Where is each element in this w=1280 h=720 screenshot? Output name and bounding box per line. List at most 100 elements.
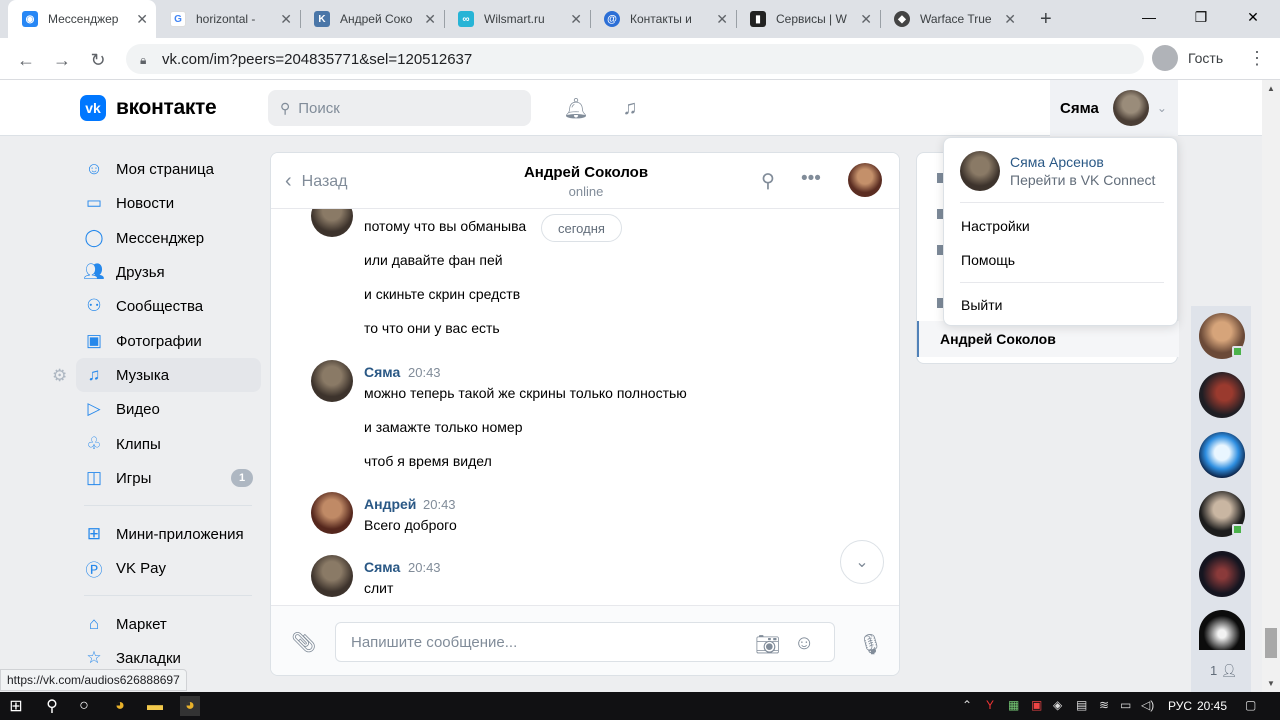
- back-arrow-icon[interactable]: ←: [12, 46, 40, 74]
- status-url-text: https://vk.com/audios626888697: [7, 673, 180, 687]
- close-tab-icon[interactable]: ✕: [570, 11, 582, 28]
- windows-start-icon[interactable]: ⊞: [6, 696, 26, 716]
- avatar[interactable]: [1199, 432, 1245, 478]
- sidebar-item-messenger[interactable]: ◯ Мессенджер: [76, 221, 261, 255]
- search-icon[interactable]: ⚲: [42, 696, 62, 716]
- close-tab-icon[interactable]: ✕: [860, 11, 872, 28]
- avatar[interactable]: [1199, 610, 1245, 650]
- tray-app-icon[interactable]: ▤: [1076, 698, 1087, 712]
- lock-icon: 🔒︎: [140, 53, 147, 67]
- chrome-active-icon[interactable]: ◕: [180, 696, 200, 716]
- sidebar-item-news[interactable]: ▭ Новости: [76, 186, 261, 220]
- scroll-to-bottom-button[interactable]: ⌄: [840, 540, 884, 584]
- emoji-icon[interactable]: ☺: [794, 632, 814, 655]
- header-user-name: Сяма: [1060, 99, 1099, 117]
- music-note-icon[interactable]: ♫: [618, 96, 642, 120]
- online-count[interactable]: 1 👤︎: [1210, 663, 1237, 679]
- sidebar-item-market[interactable]: ⌂ Маркет: [76, 607, 261, 641]
- close-tab-icon[interactable]: ✕: [716, 11, 728, 28]
- camera-icon[interactable]: 📷︎: [755, 632, 780, 657]
- more-icon[interactable]: •••: [801, 168, 821, 190]
- search-icon[interactable]: ⚲: [761, 170, 775, 193]
- close-tab-icon[interactable]: ✕: [424, 11, 436, 28]
- close-window-icon[interactable]: ✕: [1230, 0, 1276, 34]
- games-badge: 1: [231, 469, 253, 487]
- message-author[interactable]: Андрей: [364, 496, 416, 512]
- file-explorer-icon[interactable]: ▬: [145, 696, 165, 716]
- task-view-icon[interactable]: ○: [74, 696, 94, 716]
- paperclip-icon[interactable]: 📎︎: [291, 630, 316, 655]
- search-input[interactable]: ⚲ Поиск: [268, 90, 531, 126]
- tray-app-icon[interactable]: ▦: [1008, 698, 1019, 712]
- tab-messenger[interactable]: ◉ Мессенджер ✕: [8, 0, 156, 38]
- selected-conversation[interactable]: Андрей Соколов: [917, 321, 1179, 357]
- reload-icon[interactable]: ↻: [84, 46, 112, 74]
- sidebar-item-vk-pay[interactable]: Ⓟ VK Pay: [76, 551, 261, 585]
- scroll-down-icon[interactable]: ▼: [1262, 679, 1280, 688]
- chrome-icon[interactable]: ◕: [110, 696, 130, 716]
- close-tab-icon[interactable]: ✕: [280, 11, 292, 28]
- avatar[interactable]: [1199, 372, 1245, 418]
- sidebar-item-music[interactable]: ♫ Музыка: [76, 358, 261, 392]
- notifications-icon[interactable]: ▢: [1245, 698, 1256, 712]
- wifi-icon[interactable]: ≋: [1099, 698, 1109, 712]
- close-tab-icon[interactable]: ✕: [1004, 11, 1016, 28]
- vk-connect-link[interactable]: Перейти в VK Connect: [1010, 172, 1155, 188]
- avatar[interactable]: [311, 555, 353, 597]
- tab-google[interactable]: G horizontal - ✕: [156, 0, 300, 38]
- logout-menu-item[interactable]: Выйти: [961, 297, 1002, 313]
- dropdown-user-name[interactable]: Сяма Арсенов: [1010, 154, 1104, 170]
- services-icon: ▮: [750, 11, 766, 27]
- sidebar-item-photos[interactable]: ▣ Фотографии: [76, 324, 261, 358]
- page-scrollbar[interactable]: ▲ ▼: [1262, 80, 1280, 692]
- address-bar[interactable]: 🔒︎ vk.com/im?peers=204835771&sel=1205126…: [126, 44, 1144, 74]
- minimize-icon[interactable]: —: [1126, 0, 1172, 34]
- tray-app-icon[interactable]: ▣: [1031, 698, 1042, 712]
- message-author[interactable]: Сяма: [364, 364, 400, 380]
- settings-menu-item[interactable]: Настройки: [961, 218, 1030, 234]
- video-play-icon: ▷: [87, 399, 101, 418]
- profile-menu-button[interactable]: Сяма ⌄: [1050, 80, 1178, 136]
- help-menu-item[interactable]: Помощь: [961, 252, 1015, 268]
- new-tab-icon[interactable]: +: [1040, 8, 1052, 31]
- yandex-icon[interactable]: Y: [986, 698, 994, 712]
- scroll-up-icon[interactable]: ▲: [1262, 84, 1280, 93]
- vk-logo[interactable]: vk вконтакте: [80, 95, 217, 121]
- sidebar-item-my-page[interactable]: ☺ Моя страница: [76, 152, 261, 186]
- avatar[interactable]: [960, 151, 1000, 191]
- avatar[interactable]: [311, 492, 353, 534]
- browser-menu-icon[interactable]: ⋮: [1248, 48, 1266, 69]
- language-indicator[interactable]: РУС: [1168, 699, 1192, 713]
- microphone-icon[interactable]: 🎙︎: [858, 632, 883, 657]
- sidebar-item-clips[interactable]: ♧ Клипы: [76, 427, 261, 461]
- battery-icon[interactable]: ▭: [1120, 698, 1131, 712]
- message-input-placeholder: Напишите сообщение...: [351, 633, 518, 651]
- tray-chevron-up-icon[interactable]: ⌃: [962, 698, 972, 712]
- tab-warface[interactable]: ◆ Warface True ✕: [880, 0, 1024, 38]
- tray-app-icon[interactable]: ◈: [1053, 698, 1062, 712]
- message-author[interactable]: Сяма: [364, 559, 400, 575]
- volume-icon[interactable]: ◁): [1141, 698, 1154, 712]
- sidebar-item-friends[interactable]: 👥︎ Друзья: [76, 255, 261, 289]
- tab-andrey[interactable]: K Андрей Соко ✕: [300, 0, 444, 38]
- message-text: Всего доброго: [364, 517, 457, 533]
- sidebar-divider: [84, 595, 252, 596]
- avatar[interactable]: [1199, 551, 1245, 597]
- gear-icon[interactable]: ⚙: [52, 366, 67, 386]
- clock[interactable]: 20:45: [1197, 699, 1227, 713]
- bell-icon[interactable]: 🔔︎: [563, 96, 588, 120]
- scrollbar-thumb[interactable]: [1265, 628, 1277, 658]
- guest-profile-button[interactable]: Гость: [1152, 43, 1223, 73]
- tab-services[interactable]: ▮ Сервисы | W ✕: [736, 0, 880, 38]
- close-tab-icon[interactable]: ✕: [136, 11, 148, 28]
- restore-icon[interactable]: ❐: [1178, 0, 1224, 34]
- tab-contacts[interactable]: @ Контакты и ✕: [590, 0, 736, 38]
- sidebar-item-video[interactable]: ▷ Видео: [76, 392, 261, 426]
- tab-wilsmart[interactable]: ∞ Wilsmart.ru ✕: [444, 0, 590, 38]
- sidebar-item-games[interactable]: ◫ Игры 1: [76, 461, 261, 495]
- sidebar-item-communities[interactable]: ⚇ Сообщества: [76, 289, 261, 323]
- peer-avatar[interactable]: [848, 163, 882, 197]
- sidebar-item-mini-apps[interactable]: ⊞ Мини-приложения: [76, 517, 261, 551]
- forward-arrow-icon[interactable]: →: [48, 46, 76, 74]
- avatar[interactable]: [311, 360, 353, 402]
